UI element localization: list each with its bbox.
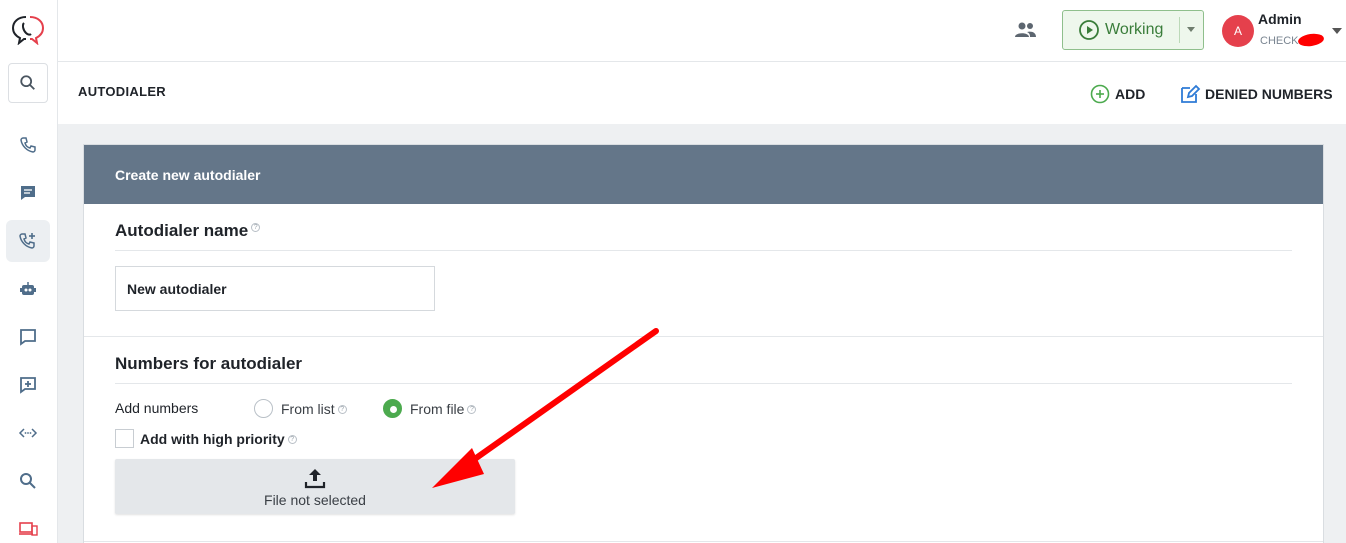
phone-icon[interactable] — [6, 124, 50, 166]
from-file-label: From file — [410, 400, 465, 417]
denied-numbers-label: DENIED NUMBERS — [1205, 86, 1333, 102]
card-title: Create new autodialer — [84, 145, 1323, 204]
help-icon[interactable]: ? — [467, 405, 477, 414]
autodialer-name-title: Autodialer name — [115, 221, 249, 240]
user-name[interactable]: Admin — [1258, 11, 1302, 27]
autodialer-name-heading: Autodialer name? — [115, 221, 261, 241]
divider — [115, 250, 1292, 251]
radio-unchecked[interactable] — [254, 399, 273, 418]
search-icon[interactable] — [6, 460, 50, 502]
denied-numbers-button[interactable]: DENIED NUMBERS — [1179, 82, 1333, 106]
chevron-down-icon[interactable] — [1332, 28, 1342, 34]
code-icon[interactable] — [6, 412, 50, 454]
medical-chat-icon[interactable] — [6, 364, 50, 406]
redaction-mark — [1297, 32, 1325, 48]
help-icon[interactable]: ? — [287, 435, 297, 444]
user-subtitle: CHECK — [1260, 35, 1299, 47]
high-priority-label: Add with high priority — [140, 430, 285, 447]
search-icon[interactable] — [8, 63, 48, 103]
add-button-label: ADD — [1115, 86, 1146, 102]
upload-icon — [304, 468, 326, 488]
play-circle-icon — [1079, 20, 1099, 40]
create-autodialer-card: Create new autodialer Autodialer name? N… — [83, 144, 1324, 543]
divider — [115, 383, 1292, 384]
from-list-label: From list — [281, 400, 335, 417]
plus-circle-icon — [1090, 84, 1110, 104]
phone-add-icon[interactable] — [6, 220, 50, 262]
chat-phone-logo[interactable] — [11, 15, 45, 46]
file-status: File not selected — [264, 491, 366, 508]
avatar[interactable]: A — [1222, 15, 1254, 47]
top-bar: Working A Admin CHECK — [58, 0, 1346, 62]
page-title: AUTODIALER — [78, 84, 166, 99]
robot-icon[interactable] — [6, 268, 50, 310]
status-separator — [1179, 17, 1180, 43]
radio-from-file[interactable]: From file? — [383, 399, 477, 418]
checkbox[interactable] — [115, 429, 134, 448]
chat-icon[interactable] — [6, 316, 50, 358]
numbers-heading: Numbers for autodialer — [115, 354, 303, 373]
radio-checked[interactable] — [383, 399, 402, 418]
status-dropdown[interactable]: Working — [1062, 10, 1204, 50]
add-button[interactable]: ADD — [1089, 82, 1145, 106]
sidebar — [0, 0, 58, 543]
message-icon[interactable] — [6, 172, 50, 214]
radio-from-list[interactable]: From list? — [254, 399, 347, 418]
autodialer-name-input[interactable]: New autodialer — [115, 266, 435, 311]
add-numbers-label: Add numbers — [115, 400, 199, 416]
help-icon[interactable]: ? — [337, 405, 347, 414]
file-upload-button[interactable]: File not selected — [115, 459, 515, 514]
page-header: AUTODIALER ADD DENIED NUMBERS — [58, 62, 1346, 124]
devices-icon[interactable] — [6, 508, 50, 543]
edit-icon — [1181, 84, 1201, 103]
help-icon[interactable]: ? — [251, 223, 261, 232]
section-divider — [84, 336, 1323, 337]
status-label: Working — [1105, 21, 1164, 38]
users-icon[interactable] — [1013, 20, 1039, 42]
section-divider — [84, 541, 1323, 542]
high-priority-checkbox[interactable]: Add with high priority? — [115, 429, 297, 448]
chevron-down-icon[interactable] — [1187, 27, 1195, 32]
